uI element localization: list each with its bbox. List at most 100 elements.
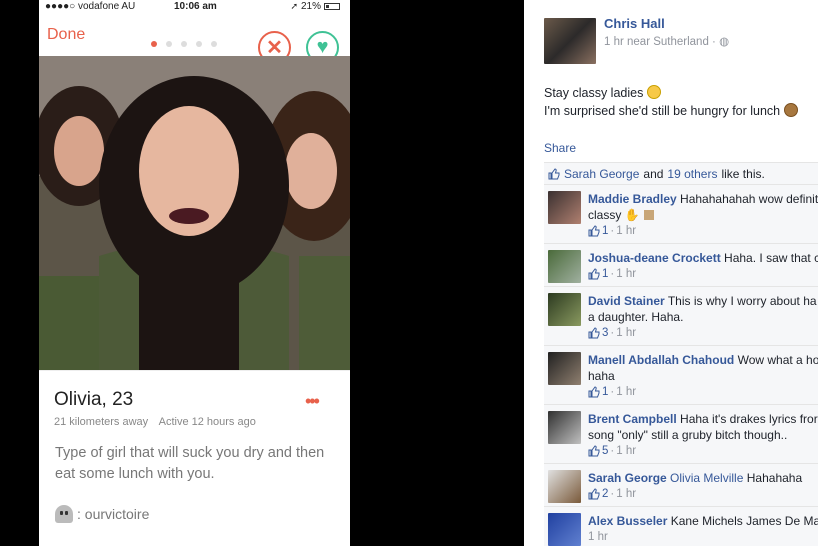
separator-dot: · [610,225,615,237]
comments-list: Maddie Bradley Hahahahahah wow definit cl… [544,184,818,546]
comment-author[interactable]: David Stainer [588,294,665,308]
comment-footer: 1 · 1 hr [588,266,818,282]
commenter-avatar[interactable] [548,411,581,444]
selfie-photo-illustration [39,56,350,370]
comment-footer: 1 hr [588,529,818,545]
comment-row: Brent Campbell Haha it's drakes lyrics f… [544,404,818,463]
commenter-avatar[interactable] [548,513,581,546]
screenshot-composite: ●●●●○ vodafone AU 10:06 am ➚ 21% Done ✕ … [0,0,818,546]
comment-like-count[interactable]: 5 [602,443,608,459]
globe-icon: ◍ [719,36,730,48]
likes-others-link[interactable]: 19 others [667,167,717,181]
likes-first-name[interactable]: Sarah George [564,167,639,181]
comment-footer: 3 · 1 hr [588,325,818,341]
photo-page-dots [151,41,217,47]
post-text: Stay classy ladies I'm surprised she'd s… [544,84,818,120]
likes-summary: Sarah George and 19 others like this. [544,162,818,184]
profile-info-card: Olivia, 23 ••• 21 kilometers away Active… [39,370,350,546]
separator-dot: · [610,327,615,339]
comment-time[interactable]: 1 hr [616,384,636,400]
page-dot [211,41,217,47]
poster-avatar[interactable] [544,18,596,64]
comment-tagged-name[interactable]: Olivia Melville [670,471,743,485]
commenter-avatar[interactable] [548,470,581,503]
likes-and: and [643,166,664,181]
comment-body: Joshua-deane Crockett Haha. I saw that c… [588,250,818,282]
active-label: Active 12 hours ago [158,416,256,428]
comment-body: Sarah George Olivia Melville Hahahaha 2 ·… [588,470,818,502]
profile-bio: Type of girl that will suck you dry and … [55,445,325,482]
thumbs-up-icon [588,386,600,398]
location-arrow-icon: ➚ [290,0,298,11]
comment-author[interactable]: Joshua-deane Crockett [588,251,721,265]
comment-text: Kane Michels James De Ma [670,514,818,528]
page-dot [181,41,187,47]
comment-body: Brent Campbell Haha it's drakes lyrics f… [588,411,818,459]
comment-text: Hahahaha [746,471,803,485]
comment-time[interactable]: 1 hr [616,486,636,502]
comment-text: This is why I worry about ha [667,294,817,308]
tinder-phone-screen: ●●●●○ vodafone AU 10:06 am ➚ 21% Done ✕ … [39,0,350,546]
comment-body: Maddie Bradley Hahahahahah wow definit cl… [588,191,818,239]
carrier-label: ●●●●○ vodafone AU [45,0,136,12]
comment-text: Haha it's drakes lyrics fror [680,412,818,426]
comment-author[interactable]: Brent Campbell [588,412,677,426]
more-options-button[interactable]: ••• [305,391,320,412]
commenter-avatar[interactable] [548,250,581,283]
share-link[interactable]: Share [544,141,576,155]
done-button[interactable]: Done [47,26,85,44]
thumbs-up-icon [588,225,600,237]
profile-name-age: Olivia, 23 [54,389,134,410]
comment-text-line2: haha [588,369,615,383]
comment-like-count[interactable]: 2 [602,486,608,502]
comment-author[interactable]: Maddie Bradley [588,192,677,206]
comment-row: Sarah George Olivia Melville Hahahaha 2 ·… [544,463,818,506]
commenter-avatar[interactable] [548,293,581,326]
thumbs-up-icon [588,268,600,280]
comment-row: Maddie Bradley Hahahahahah wow definit cl… [544,184,818,243]
comment-text-line2: song "only" still a gruby bitch though.. [588,428,788,442]
thumbs-up-icon [588,327,600,339]
comment-body: David Stainer This is why I worry about … [588,293,818,341]
separator-dot: · [610,386,615,398]
comment-row: Manell Abdallah Chahoud Wow what a ho hah… [544,345,818,404]
comment-time[interactable]: 1 hr [616,443,636,459]
profile-photo[interactable] [39,56,350,370]
comment-time[interactable]: 1 hr [616,325,636,341]
see-no-evil-monkey-emoji-icon [783,103,798,117]
comment-footer: 5 · 1 hr [588,443,818,459]
comment-body: Alex Busseler Kane Michels James De Ma 1 … [588,513,818,545]
status-time: 10:06 am [174,0,217,12]
snapchat-handle: : ourvictoire [55,505,149,523]
comment-time[interactable]: 1 hr [588,529,608,545]
comment-author[interactable]: Manell Abdallah Chahoud [588,353,734,367]
comment-like-count[interactable]: 3 [602,325,608,341]
thumbs-up-icon [588,488,600,500]
snapchat-username: : ourvictoire [77,506,150,522]
grinning-emoji-icon [646,85,661,99]
comment-time[interactable]: 1 hr [616,223,636,239]
post-meta: 1 hr near Sutherland · ◍ [604,34,729,48]
battery-indicator: ➚ 21% [290,1,340,12]
comment-footer: 1 · 1 hr [588,223,818,239]
poster-name[interactable]: Chris Hall [604,16,665,31]
comment-footer: 2 · 1 hr [588,486,818,502]
comment-author[interactable]: Alex Busseler [588,514,667,528]
post-time-location: 1 hr near Sutherland · [604,36,720,48]
commenter-avatar[interactable] [548,191,581,224]
comment-text: Wow what a ho [737,353,818,367]
comment-time[interactable]: 1 hr [616,266,636,282]
comment-like-count[interactable]: 1 [602,266,608,282]
comment-row: Joshua-deane Crockett Haha. I saw that c… [544,243,818,286]
comment-author[interactable]: Sarah George [588,471,667,485]
post-line-1: Stay classy ladies [544,86,644,100]
separator-dot: · [610,488,615,500]
comment-like-count[interactable]: 1 [602,223,608,239]
battery-percent: 21% [300,0,321,12]
comment-row: David Stainer This is why I worry about … [544,286,818,345]
profile-meta: 21 kilometers away Active 12 hours ago [54,416,264,428]
snapchat-ghost-icon [55,505,73,523]
comment-like-count[interactable]: 1 [602,384,608,400]
comment-row: Alex Busseler Kane Michels James De Ma 1 … [544,506,818,546]
commenter-avatar[interactable] [548,352,581,385]
